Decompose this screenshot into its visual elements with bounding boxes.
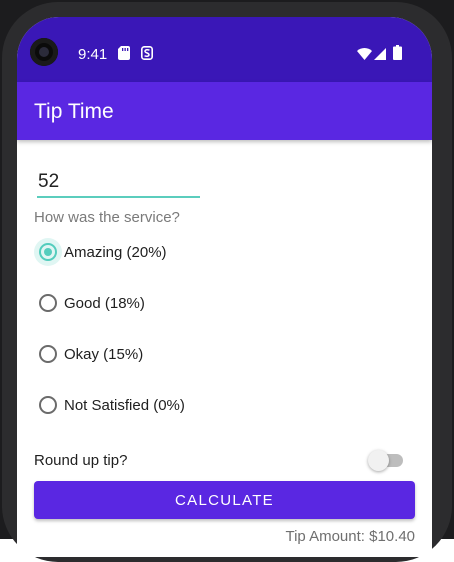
radio-button-checked[interactable] — [34, 238, 62, 266]
radio-button[interactable] — [39, 345, 57, 363]
battery-icon — [393, 45, 402, 60]
tip-option-label: Amazing (20%) — [64, 243, 167, 261]
sd-card-icon — [118, 46, 130, 60]
status-time: 9:41 — [78, 46, 108, 63]
radio-button[interactable] — [39, 396, 57, 414]
radio-button[interactable] — [39, 294, 57, 312]
phone-frame: 9:41 Tip Time How was the service? — [0, 0, 454, 562]
tip-option-label: Good (18%) — [64, 294, 145, 312]
round-up-switch[interactable] — [368, 450, 389, 471]
tip-option-okay[interactable]: Okay (15%) — [39, 341, 143, 367]
main-content: How was the service? Amazing (20%) Good … — [17, 140, 432, 557]
cell-signal-icon — [374, 47, 386, 61]
service-question-label: How was the service? — [34, 209, 180, 226]
tip-option-label: Okay (15%) — [64, 345, 144, 363]
tip-option-not-satisfied[interactable]: Not Satisfied (0%) — [39, 392, 185, 418]
status-bar: 9:41 — [17, 17, 432, 82]
tip-option-label: Not Satisfied (0%) — [64, 396, 185, 414]
tip-option-amazing[interactable]: Amazing (20%) — [34, 238, 167, 266]
s-notification-icon — [141, 46, 153, 60]
app-title: Tip Time — [34, 100, 114, 123]
tip-option-good[interactable]: Good (18%) — [39, 290, 145, 316]
app-bar: Tip Time — [17, 82, 432, 140]
tip-amount-result: Tip Amount: $10.40 — [285, 528, 415, 545]
calculate-button[interactable]: CALCULATE — [34, 481, 415, 519]
wifi-icon — [357, 47, 372, 61]
phone-screen: 9:41 Tip Time How was the service? — [17, 17, 432, 557]
front-camera — [30, 38, 58, 66]
round-up-label: Round up tip? — [34, 452, 128, 469]
cost-of-service-input[interactable] — [37, 168, 200, 198]
